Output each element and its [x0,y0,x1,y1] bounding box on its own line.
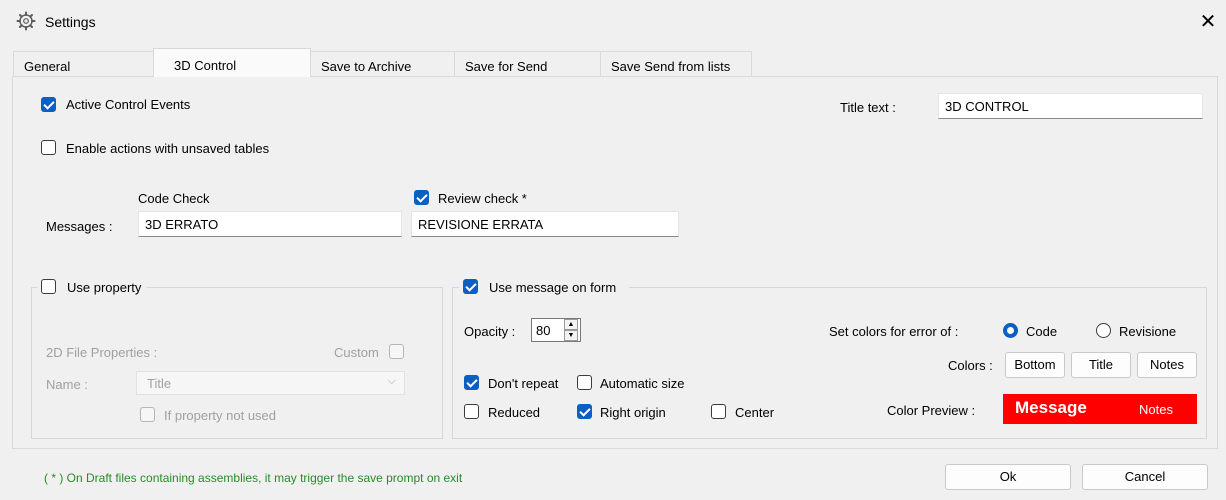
opacity-stepper[interactable]: 80 ▲ ▼ [531,318,581,342]
radio-code[interactable] [1003,323,1018,338]
tab-save-send-from-lists[interactable]: Save Send from lists [600,51,752,76]
tab-label: Save for Send [465,59,548,74]
notes-color-button[interactable]: Notes [1137,352,1197,378]
automatic-size-checkbox[interactable] [577,375,592,390]
review-check-checkbox[interactable] [414,190,429,205]
name-select-value: Title [147,376,172,391]
opacity-value: 80 [536,323,551,338]
colors-label: Colors : [948,358,993,373]
use-property-label: Use property [67,280,142,295]
code-check-label: Code Check [138,191,210,206]
preview-notes-text: Notes [1139,402,1173,417]
footer-note: ( * ) On Draft files containing assembli… [44,471,463,485]
message-form-legend: Use message on form [459,277,629,297]
reduced-checkbox[interactable] [464,404,479,419]
custom-checkbox[interactable] [389,344,404,359]
radio-code-label: Code [1026,324,1058,339]
not-used-label: If property not used [164,408,277,423]
color-preview: Message Notes [1003,394,1197,424]
center-label: Center [735,405,775,420]
tab-save-to-archive[interactable]: Save to Archive [310,51,455,76]
title-color-button[interactable]: Title [1071,352,1131,378]
reduced-label: Reduced [488,405,541,420]
review-check-label: Review check * [438,191,527,206]
spin-up-icon[interactable]: ▲ [564,319,578,330]
code-check-input[interactable]: 3D ERRATO [138,211,402,237]
spin-down-icon[interactable]: ▼ [564,330,578,341]
opacity-label: Opacity : [464,324,516,339]
tab-label: Save to Archive [321,59,412,74]
chevron-down-icon: ⌵ [387,375,396,387]
right-origin-checkbox[interactable] [577,404,592,419]
use-message-label: Use message on form [489,280,617,295]
center-checkbox[interactable] [711,404,726,419]
use-message-checkbox[interactable] [463,279,478,294]
messages-label: Messages : [46,219,113,234]
right-origin-label: Right origin [600,405,666,420]
bottom-color-button[interactable]: Bottom [1005,352,1065,378]
custom-label: Custom [334,345,379,360]
unsaved-tables-label: Enable actions with unsaved tables [66,141,270,156]
tab-label: 3D Control [174,58,237,73]
title-bar: Settings ✕ [0,0,1226,46]
file-properties-label: 2D File Properties : [46,345,158,360]
dont-repeat-checkbox[interactable] [464,375,479,390]
color-preview-label: Color Preview : [887,403,976,418]
name-select[interactable]: Title ⌵ [136,371,405,395]
active-events-label: Active Control Events [66,97,191,112]
title-text-value: 3D CONTROL [945,99,1029,114]
set-colors-label: Set colors for error of : [829,324,959,339]
unsaved-tables-checkbox[interactable] [41,140,56,155]
code-check-value: 3D ERRATO [145,217,219,232]
active-events-checkbox[interactable] [41,97,56,112]
not-used-checkbox[interactable] [140,407,155,422]
radio-revisione-label: Revisione [1119,324,1177,339]
cancel-button[interactable]: Cancel [1082,464,1208,490]
title-text-label: Title text : [840,100,896,115]
preview-message-text: Message [1015,398,1087,417]
use-property-legend: Use property [37,277,147,297]
dont-repeat-label: Don't repeat [488,376,559,391]
use-property-checkbox[interactable] [41,279,56,294]
tab-label: Save Send from lists [611,59,731,74]
close-icon[interactable]: ✕ [1198,10,1218,34]
gear-icon [16,11,36,31]
tab-label: General [24,59,71,74]
tab-general[interactable]: General [13,51,154,76]
window-title: Settings [45,14,96,30]
tab-3d-control[interactable]: 3D Control [153,48,311,77]
ok-button[interactable]: Ok [945,464,1071,490]
radio-revisione[interactable] [1096,323,1111,338]
review-check-input[interactable]: REVISIONE ERRATA [411,211,679,237]
tab-save-for-send[interactable]: Save for Send [454,51,601,76]
name-label: Name : [46,377,88,392]
review-check-value: REVISIONE ERRATA [418,217,544,232]
automatic-size-label: Automatic size [600,376,685,391]
title-text-input[interactable]: 3D CONTROL [938,93,1203,119]
